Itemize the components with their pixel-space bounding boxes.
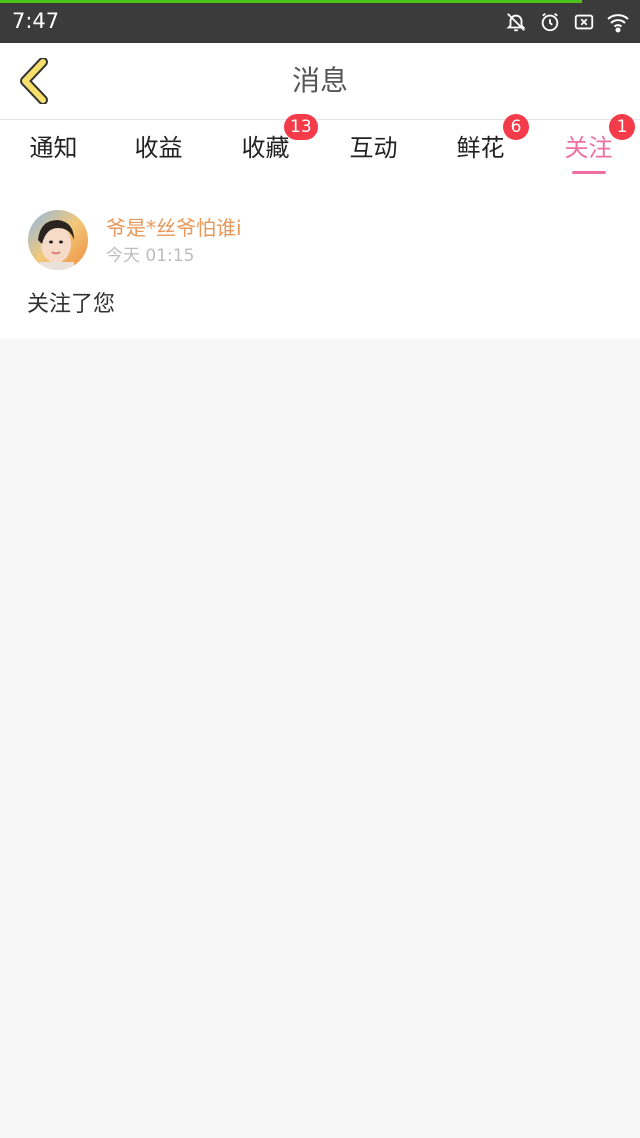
status-time: 7:47 xyxy=(12,9,60,33)
list-item[interactable]: 爷是*丝爷怕谁i 今天 01:15 关注了您 xyxy=(0,184,640,339)
unread-badge: 6 xyxy=(503,114,529,140)
message-timestamp: 今天 01:15 xyxy=(106,246,195,266)
wifi-icon xyxy=(606,10,630,34)
notifications-off-icon xyxy=(504,10,528,34)
message-text: 关注了您 xyxy=(27,292,116,317)
unread-badge: 13 xyxy=(284,114,318,140)
avatar[interactable] xyxy=(28,210,88,270)
page-title: 消息 xyxy=(291,64,348,97)
alarm-icon xyxy=(538,10,562,34)
status-bar: 7:47 xyxy=(0,0,640,43)
tab-flowers[interactable]: 鲜花 6 xyxy=(427,114,534,184)
tab-bar: 通知 收益 收藏 13 互动 鲜花 6 关注 1 xyxy=(0,114,640,184)
tab-label: 收益 xyxy=(134,134,183,162)
tab-label: 互动 xyxy=(349,134,398,162)
username-link[interactable]: 爷是*丝爷怕谁i xyxy=(106,215,242,241)
tab-follows[interactable]: 关注 1 xyxy=(535,114,640,184)
active-tab-indicator xyxy=(571,171,606,174)
tab-notifications[interactable]: 通知 xyxy=(0,120,107,184)
tab-interactions[interactable]: 互动 xyxy=(320,120,427,184)
screenshot-icon xyxy=(572,10,596,34)
status-icons xyxy=(504,9,630,35)
tab-label: 通知 xyxy=(29,134,78,162)
tab-favorites[interactable]: 收藏 13 xyxy=(212,114,319,184)
top-app-bar: 消息 xyxy=(0,43,640,120)
unread-badge: 1 xyxy=(609,114,635,140)
tab-earnings[interactable]: 收益 xyxy=(105,120,212,184)
loading-progress-bar xyxy=(0,0,583,3)
